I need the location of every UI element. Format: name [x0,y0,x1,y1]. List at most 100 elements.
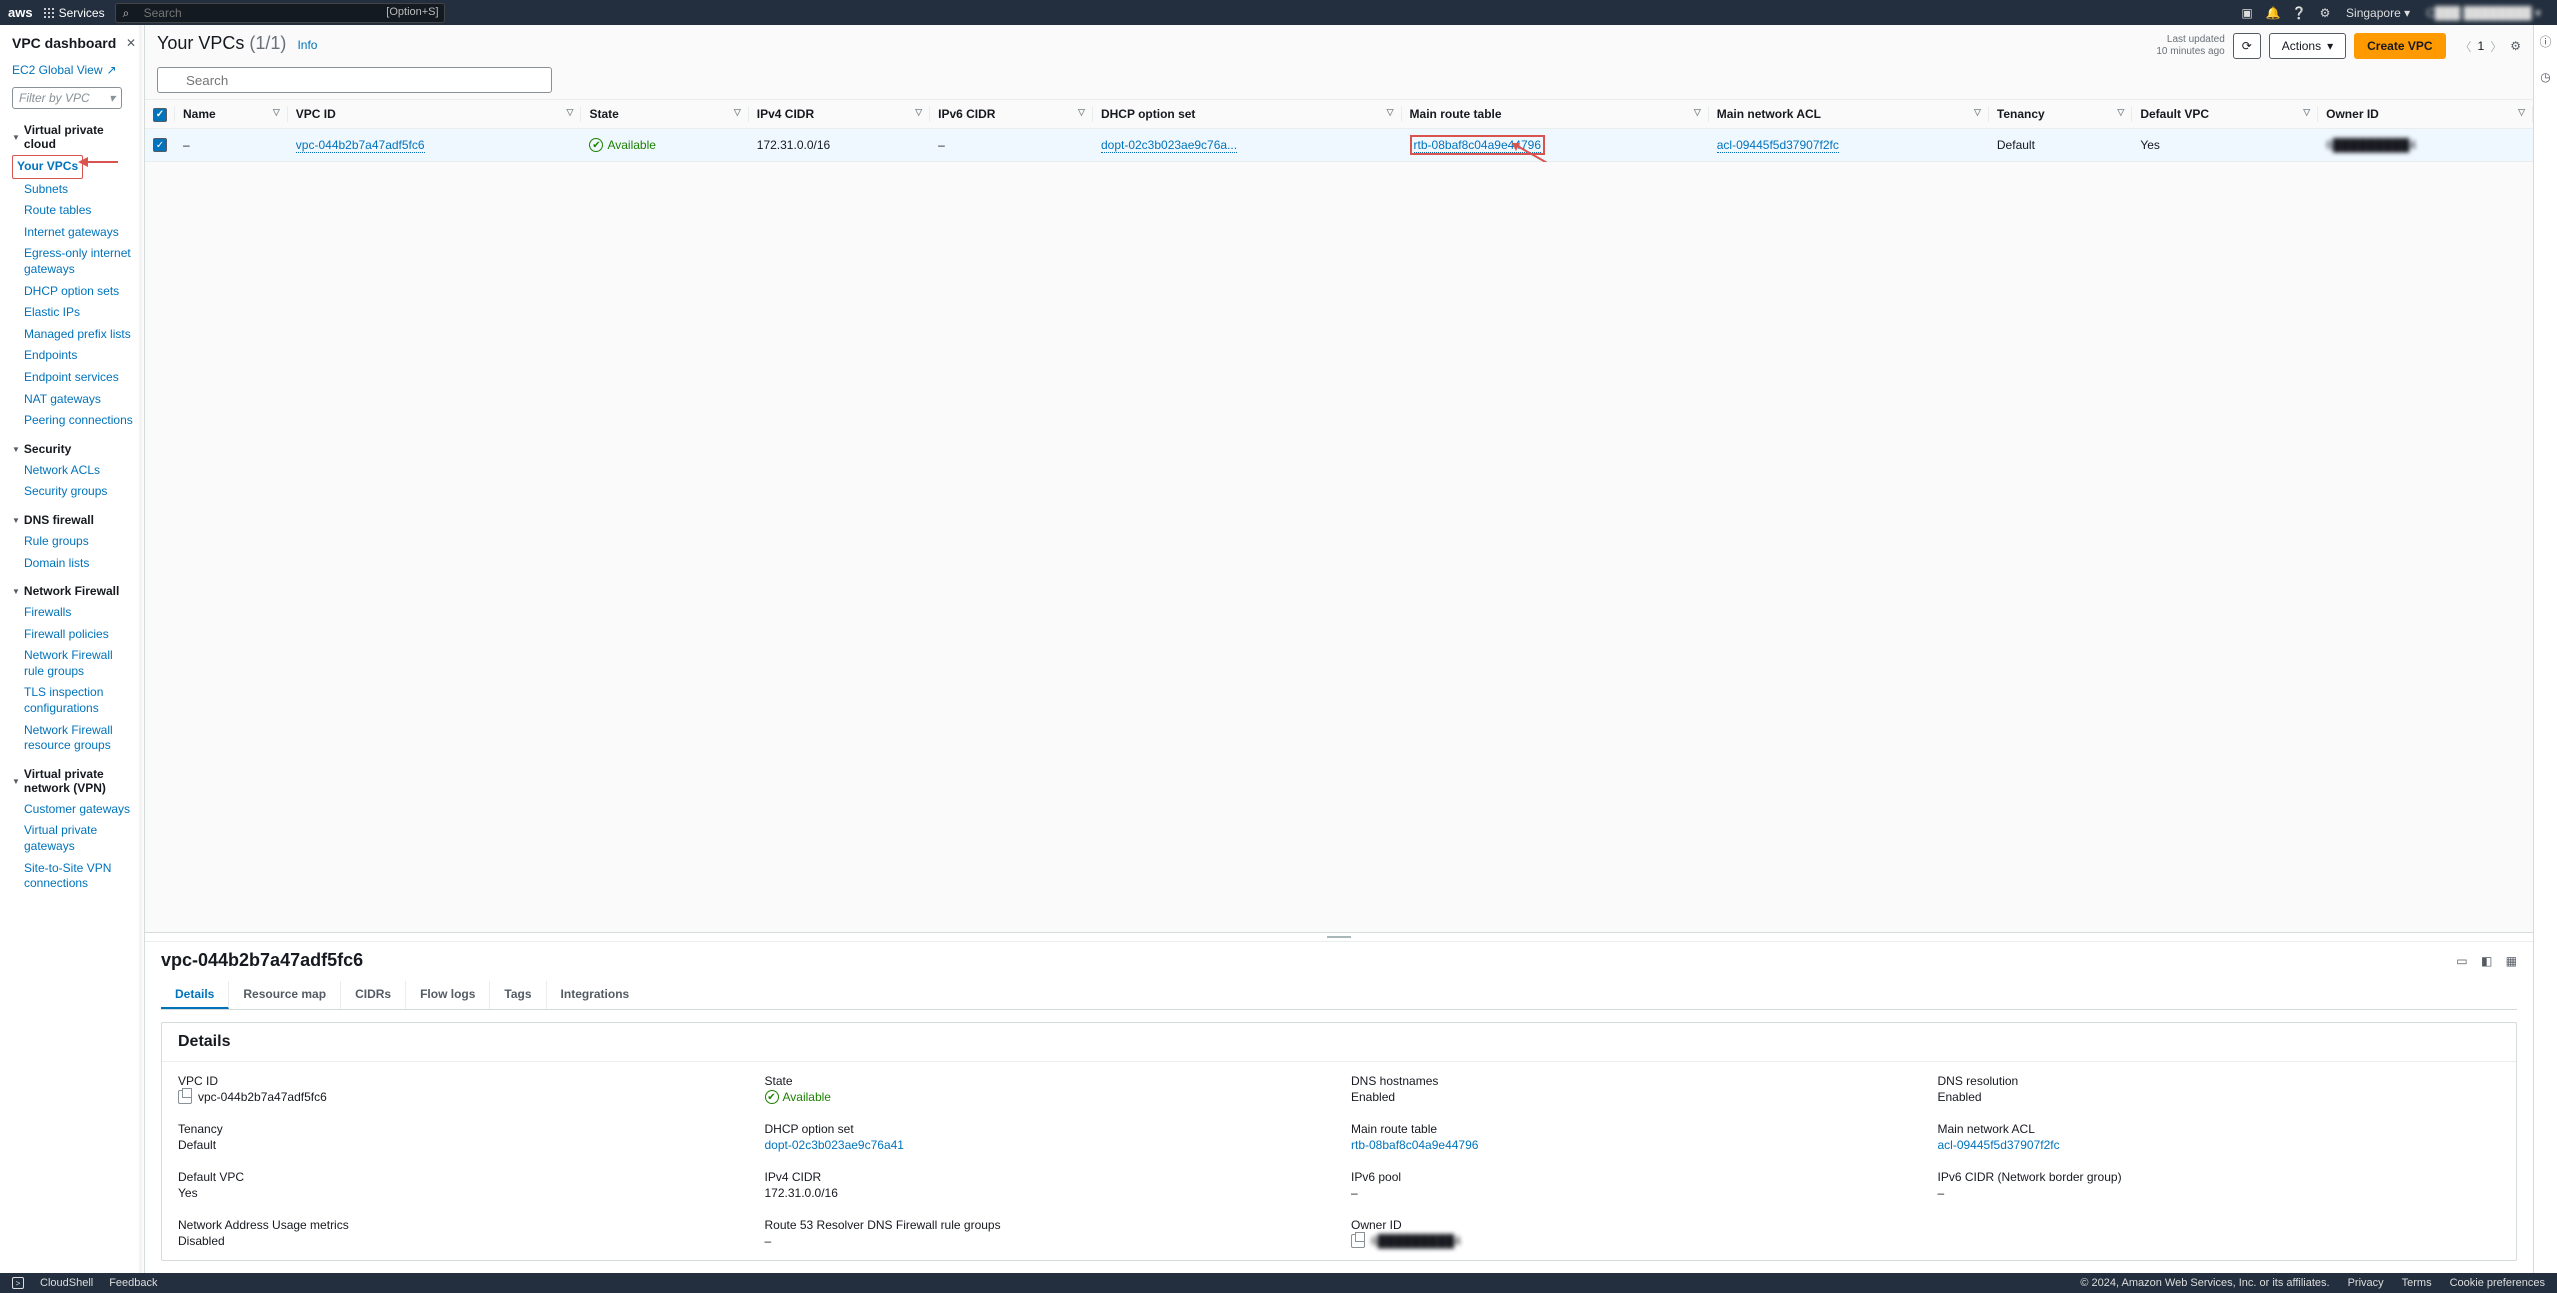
table-settings-icon[interactable]: ⚙ [2510,39,2521,53]
sidebar-item-nat-gateways[interactable]: NAT gateways [12,389,136,411]
col-tenancy[interactable]: Tenancy▽ [1989,100,2132,128]
route-table-link[interactable]: rtb-08baf8c04a9e44796 [1414,138,1541,153]
feedback-link[interactable]: Feedback [109,1277,157,1289]
sidebar-item-firewalls[interactable]: Firewalls [12,602,136,624]
refresh-button[interactable]: ⟳ [2233,33,2261,59]
info-link[interactable]: Info [297,38,317,52]
account-menu[interactable]: C███ ████████ ▾ [2418,6,2549,20]
sidebar-item-tls-inspection-configurations[interactable]: TLS inspection configurations [12,682,136,719]
services-menu[interactable]: Services [43,6,105,20]
sidebar-item-network-firewall-resource-groups[interactable]: Network Firewall resource groups [12,720,136,757]
aws-logo[interactable]: aws [8,5,33,20]
cloudshell-link[interactable]: CloudShell [40,1277,93,1289]
col-state[interactable]: State▽ [581,100,748,128]
sidebar-item-network-firewall-rule-groups[interactable]: Network Firewall rule groups [12,645,136,682]
region-selector[interactable]: Singapore ▾ [2338,6,2418,20]
sidebar-group-header[interactable]: DNS firewall [12,513,136,527]
sidebar-item-site-to-site-vpn-connections[interactable]: Site-to-Site VPN connections [12,858,136,895]
sidebar-item-route-tables[interactable]: Route tables [12,200,136,222]
acl-link[interactable]: acl-09445f5d37907f2fc [1717,138,1839,153]
tab-cidrs[interactable]: CIDRs [341,981,406,1009]
cell-ipv4: 172.31.0.0/16 [749,128,930,161]
row-checkbox[interactable]: ✓ [153,138,167,152]
sidebar-item-your-vpcs[interactable]: Your VPCs [12,155,83,179]
create-vpc-button[interactable]: Create VPC [2354,33,2445,59]
cloudshell-icon[interactable]: > [12,1277,24,1289]
pane-splitter[interactable] [145,932,2533,942]
sidebar-item-dhcp-option-sets[interactable]: DHCP option sets [12,281,136,303]
tab-resource-map[interactable]: Resource map [229,981,341,1009]
info-panel-icon[interactable]: ⓘ [2539,33,2551,50]
route-link[interactable]: rtb-08baf8c04a9e44796 [1351,1138,1478,1152]
col-name[interactable]: Name▽ [175,100,288,128]
tab-flow-logs[interactable]: Flow logs [406,981,490,1009]
tab-tags[interactable]: Tags [490,981,546,1009]
field-label: VPC ID [178,1074,741,1088]
field-value: – [765,1234,1328,1248]
prev-page-button[interactable]: 〈 [2460,38,2472,55]
help-icon[interactable]: ❔ [2286,3,2312,23]
table-row[interactable]: ✓ – vpc-044b2b7a47adf5fc6 Available 172.… [145,128,2533,161]
close-icon[interactable]: ✕ [126,36,136,50]
main-content: Your VPCs (1/1) Info Last updated 10 min… [145,25,2533,1273]
cookie-link[interactable]: Cookie preferences [2450,1277,2545,1289]
sidebar-group-header[interactable]: Security [12,442,136,456]
view-mode-2-icon[interactable]: ◧ [2481,954,2492,968]
col-owner-id[interactable]: Owner ID▽ [2318,100,2533,128]
cloudshell-icon[interactable]: ▣ [2234,3,2260,23]
notifications-icon[interactable]: 🔔 [2260,3,2286,23]
copy-icon[interactable] [1351,1234,1365,1248]
field-label: Main route table [1351,1122,1914,1136]
cell-tenancy: Default [1989,128,2132,161]
col-dhcp-option-set[interactable]: DHCP option set▽ [1093,100,1402,128]
activity-panel-icon[interactable]: ◷ [2540,70,2550,84]
col-main-route-table[interactable]: Main route table▽ [1402,100,1709,128]
sidebar-group-header[interactable]: Network Firewall [12,584,136,598]
sidebar-item-network-acls[interactable]: Network ACLs [12,460,136,482]
filter-by-vpc-select[interactable]: Filter by VPC▾ [12,87,122,109]
field-label: DNS resolution [1938,1074,2501,1088]
sidebar-item-domain-lists[interactable]: Domain lists [12,553,136,575]
tab-integrations[interactable]: Integrations [547,981,644,1009]
sidebar-item-firewall-policies[interactable]: Firewall policies [12,624,136,646]
col-main-network-acl[interactable]: Main network ACL▽ [1709,100,1989,128]
acl-link[interactable]: acl-09445f5d37907f2fc [1938,1138,2060,1152]
field-label: IPv6 pool [1351,1170,1914,1184]
sidebar-item-virtual-private-gateways[interactable]: Virtual private gateways [12,820,136,857]
sidebar-item-security-groups[interactable]: Security groups [12,481,136,503]
tab-details[interactable]: Details [161,981,229,1009]
sidebar-item-endpoint-services[interactable]: Endpoint services [12,367,136,389]
actions-button[interactable]: Actions ▾ [2269,33,2346,59]
col-ipv4-cidr[interactable]: IPv4 CIDR▽ [749,100,930,128]
sidebar-group-header[interactable]: Virtual private cloud [12,123,136,151]
page-header: Your VPCs (1/1) Info Last updated 10 min… [145,25,2533,67]
sidebar-item-elastic-ips[interactable]: Elastic IPs [12,302,136,324]
sidebar-item-internet-gateways[interactable]: Internet gateways [12,222,136,244]
sidebar-item-customer-gateways[interactable]: Customer gateways [12,799,136,821]
terms-link[interactable]: Terms [2402,1277,2432,1289]
col-vpc-id[interactable]: VPC ID▽ [288,100,582,128]
ec2-global-view-link[interactable]: EC2 Global View↗ [12,63,117,77]
dhcp-link[interactable]: dopt-02c3b023ae9c76a... [1101,138,1237,153]
view-mode-3-icon[interactable]: ▦ [2506,954,2517,968]
sidebar-item-subnets[interactable]: Subnets [12,179,136,201]
next-page-button[interactable]: 〉 [2490,38,2502,55]
sidebar-item-endpoints[interactable]: Endpoints [12,345,136,367]
col-ipv6-cidr[interactable]: IPv6 CIDR▽ [930,100,1093,128]
sidebar-item-peering-connections[interactable]: Peering connections [12,410,136,432]
settings-icon[interactable]: ⚙ [2312,3,2338,23]
sidebar-group-header[interactable]: Virtual private network (VPN) [12,767,136,795]
field-label: Main network ACL [1938,1122,2501,1136]
col-default-vpc[interactable]: Default VPC▽ [2132,100,2318,128]
select-all-checkbox[interactable]: ✓ [153,108,167,122]
vpc-id-link[interactable]: vpc-044b2b7a47adf5fc6 [296,138,425,153]
sidebar-item-rule-groups[interactable]: Rule groups [12,531,136,553]
dhcp-link[interactable]: dopt-02c3b023ae9c76a41 [765,1138,904,1152]
copy-icon[interactable] [178,1090,192,1104]
view-mode-1-icon[interactable]: ▭ [2456,954,2467,968]
sidebar-item-egress-only-internet-gateways[interactable]: Egress-only internet gateways [12,243,136,280]
privacy-link[interactable]: Privacy [2348,1277,2384,1289]
field-value: Enabled [1938,1090,2501,1104]
sidebar-item-managed-prefix-lists[interactable]: Managed prefix lists [12,324,136,346]
table-search-input[interactable] [157,67,552,93]
